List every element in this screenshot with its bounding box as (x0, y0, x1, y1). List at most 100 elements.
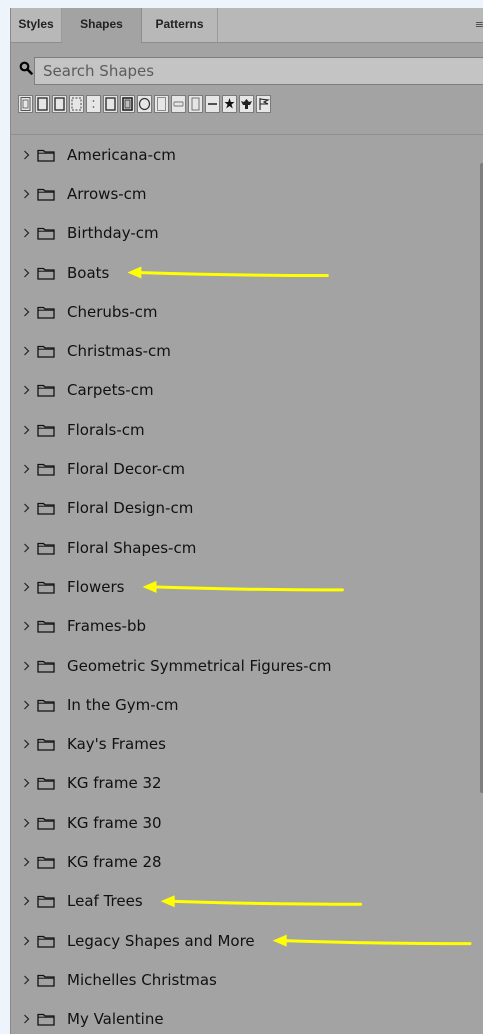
folder-row[interactable]: KG frame 32 (11, 764, 476, 803)
dotted-frame-icon[interactable] (86, 95, 101, 113)
tab-styles[interactable]: Styles (11, 8, 62, 42)
chevron-right-icon[interactable] (22, 817, 31, 829)
search-input[interactable] (34, 57, 483, 85)
bracket-frame-icon[interactable] (171, 95, 186, 113)
folder-icon (37, 621, 55, 633)
folder-label: My Valentine (67, 1010, 164, 1029)
chevron-right-icon[interactable] (22, 345, 31, 357)
folder-row[interactable]: Florals-cm (11, 410, 476, 449)
folder-icon (37, 660, 55, 673)
panel-menu-icon[interactable]: ≡ (475, 18, 483, 31)
folder-row[interactable]: KG frame 28 (11, 842, 476, 881)
folder-icon (37, 1014, 55, 1026)
square-frame-icon[interactable] (35, 95, 50, 113)
folder-row[interactable]: Americana-cm (11, 135, 476, 174)
folder-row[interactable]: Floral Decor-cm (11, 449, 476, 488)
chevron-right-icon[interactable] (22, 542, 31, 554)
folder-row[interactable]: Legacy Shapes and More (11, 921, 476, 960)
folder-row[interactable]: Boats (11, 253, 476, 292)
folder-label: In the Gym-cm (67, 695, 179, 714)
chevron-right-icon[interactable] (22, 620, 31, 632)
folder-row[interactable]: Frames-bb (11, 607, 476, 646)
chevron-right-icon[interactable] (22, 227, 31, 239)
ornate-frame-icon-glyph (122, 97, 133, 111)
folder-row[interactable]: My Valentine (11, 1000, 476, 1034)
chevron-right-icon[interactable] (22, 188, 31, 200)
square-frame-icon[interactable] (103, 95, 118, 113)
folder-row[interactable]: Flowers (11, 567, 476, 606)
folder-label: KG frame 32 (67, 774, 162, 793)
chevron-right-icon[interactable] (22, 581, 31, 593)
frame-shape-icon[interactable] (18, 95, 33, 113)
circle-frame-icon-glyph (138, 97, 151, 111)
folder-row[interactable]: Michelles Christmas (11, 960, 476, 999)
square-frame-icon[interactable] (52, 95, 67, 113)
eagle-icon[interactable] (239, 95, 254, 113)
thin-frame-icon[interactable] (154, 95, 169, 113)
tall-frame-icon[interactable] (188, 95, 203, 113)
folder-label: Michelles Christmas (67, 970, 217, 989)
folder-icon (37, 896, 55, 908)
thin-frame-icon-glyph (157, 97, 166, 111)
folder-icon (37, 503, 55, 515)
chevron-right-icon[interactable] (22, 895, 31, 907)
folder-label: Cherubs-cm (67, 302, 158, 321)
line-shape-icon[interactable] (205, 95, 220, 113)
folder-row[interactable]: Carpets-cm (11, 371, 476, 410)
square-frame-icon-glyph (37, 97, 48, 111)
flag-icon-glyph (259, 98, 270, 110)
chevron-right-icon[interactable] (22, 777, 31, 789)
folder-row[interactable]: KG frame 30 (11, 803, 476, 842)
starburst-icon[interactable] (222, 95, 237, 113)
shape-folder-list: Americana-cm Arrows-cm Birthday-cm Boats Che… (11, 135, 476, 1034)
chevron-right-icon[interactable] (22, 856, 31, 868)
chevron-right-icon[interactable] (22, 974, 31, 986)
folder-row[interactable]: Cherubs-cm (11, 292, 476, 331)
folder-row[interactable]: Leaf Trees (11, 882, 476, 921)
folder-row[interactable]: Kay's Frames (11, 724, 476, 763)
square-frame-icon-glyph (54, 97, 65, 111)
folder-row[interactable]: Birthday-cm (11, 214, 476, 253)
dashed-frame-icon-glyph (71, 97, 82, 111)
tab-patterns[interactable]: Patterns (142, 8, 218, 42)
folder-icon (37, 149, 55, 162)
folder-row[interactable]: Christmas-cm (11, 331, 476, 370)
chevron-right-icon[interactable] (22, 660, 31, 672)
chevron-right-icon[interactable] (22, 699, 31, 711)
folder-label: Kay's Frames (67, 735, 166, 754)
folder-row[interactable]: Arrows-cm (11, 174, 476, 213)
tab-shapes[interactable]: Shapes (62, 8, 142, 43)
folder-label: Leaf Trees (67, 892, 143, 911)
chevron-right-icon[interactable] (22, 149, 31, 161)
chevron-right-icon[interactable] (22, 306, 31, 318)
folder-row[interactable]: In the Gym-cm (11, 685, 476, 724)
folder-label: Legacy Shapes and More (67, 931, 255, 950)
folder-row[interactable]: Floral Design-cm (11, 489, 476, 528)
chevron-right-icon[interactable] (22, 384, 31, 396)
chevron-right-icon[interactable] (22, 502, 31, 514)
recent-shapes-bar (18, 95, 271, 115)
folder-icon (37, 935, 55, 948)
folder-label: Floral Shapes-cm (67, 538, 197, 557)
chevron-right-icon[interactable] (22, 935, 31, 947)
search-bar (11, 57, 483, 85)
folder-row[interactable]: Geometric Symmetrical Figures-cm (11, 646, 476, 685)
folder-icon (37, 385, 55, 398)
shapes-panel: Styles Shapes Patterns ≡ Americana-cm Arr… (10, 8, 483, 1034)
folder-icon (37, 817, 55, 830)
folder-label: Flowers (67, 577, 125, 596)
folder-row[interactable]: Floral Shapes-cm (11, 528, 476, 567)
dashed-frame-icon[interactable] (69, 95, 84, 113)
bracket-frame-icon-glyph (173, 101, 184, 107)
flag-icon[interactable] (256, 95, 271, 113)
chevron-right-icon[interactable] (22, 424, 31, 436)
chevron-right-icon[interactable] (22, 267, 31, 279)
circle-frame-icon[interactable] (137, 95, 152, 113)
folder-label: Florals-cm (67, 420, 145, 439)
tall-frame-icon-glyph (191, 97, 200, 111)
folder-icon (37, 699, 55, 712)
ornate-frame-icon[interactable] (120, 95, 135, 113)
chevron-right-icon[interactable] (22, 738, 31, 750)
chevron-right-icon[interactable] (22, 463, 31, 475)
chevron-right-icon[interactable] (22, 1013, 31, 1025)
